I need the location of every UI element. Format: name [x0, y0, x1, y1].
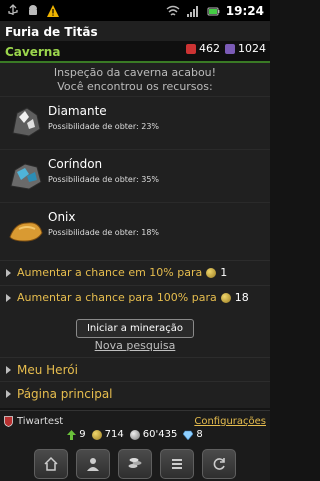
signal-icon: [186, 5, 198, 17]
wifi-icon: [166, 5, 180, 16]
resource-value-1: 462: [199, 42, 220, 55]
option-text-1: Aumentar a chance: [17, 266, 125, 279]
new-search-area: Nova pesquisa: [0, 334, 270, 353]
result-message: Inspeção da caverna acabou! Você encontr…: [0, 63, 270, 94]
app-title-bar: Furia de Titãs: [0, 21, 270, 42]
android-icon: [29, 4, 37, 15]
bottom-nav: [0, 449, 270, 479]
app-title: Furia de Titãs: [5, 25, 98, 39]
resource-name: Coríndon: [48, 157, 103, 171]
resource-chance: Possibilidade de obter: 18%: [48, 228, 160, 237]
option-text-2: em: [128, 266, 146, 279]
gems-stat: 8: [183, 429, 203, 440]
resource-item: Diamante Possibilidade de obter: 23%: [0, 96, 270, 149]
home-nav-button[interactable]: [34, 449, 68, 479]
coin-icon: [220, 292, 231, 303]
home-page-label: Página principal: [17, 386, 113, 401]
bullet-icon: [6, 268, 11, 277]
bullet-icon: [6, 293, 11, 302]
section-title: Caverna: [5, 45, 61, 59]
level-up-arrow-icon: [67, 429, 77, 440]
player-shield-icon: [4, 415, 13, 427]
player-name[interactable]: Tiwartest: [17, 416, 63, 427]
resource-item: Onix Possibilidade de obter: 18%: [0, 202, 270, 255]
resource-indicator-1: 462: [186, 42, 220, 55]
clock: 19:24: [225, 3, 264, 18]
silver-stat: 60'435: [129, 429, 178, 440]
gold-stat: 714: [91, 429, 124, 440]
stats-row: 9 714 60'435 8: [0, 429, 270, 440]
resource-value-2: 1024: [238, 42, 266, 55]
silver-coin-icon: [129, 429, 140, 440]
resource-chance: Possibilidade de obter: 35%: [48, 175, 160, 184]
silver-value: 60'435: [142, 429, 178, 440]
new-search-link[interactable]: Nova pesquisa: [95, 339, 176, 352]
my-hero-label: Meu Herói: [17, 362, 78, 377]
message-line-1: Inspeção da caverna acabou!: [53, 66, 217, 79]
main-content: Inspeção da caverna acabou! Você encontr…: [0, 63, 270, 408]
option-text-1: Aumentar a chance: [17, 291, 125, 304]
gold-coin-icon: [91, 429, 102, 440]
resource-name: Onix: [48, 210, 76, 224]
purple-gem-icon: [225, 43, 235, 54]
level-stat: 9: [67, 429, 86, 440]
usb-icon: [8, 3, 18, 15]
bullet-icon: [6, 389, 11, 398]
resource-indicators: 462 1024: [186, 42, 266, 55]
home-page-link[interactable]: Página principal: [0, 381, 270, 405]
option-text-3: 100% para: [156, 291, 217, 304]
footer: Tiwartest Configurações 9 714 60'435 8: [0, 410, 270, 481]
home-icon: [44, 456, 58, 471]
settings-link[interactable]: Configurações: [194, 416, 266, 427]
status-bar: 19:24: [0, 0, 270, 21]
option-text-3: 10% para: [149, 266, 203, 279]
onyx-ore-icon: [9, 222, 43, 242]
player-row: Tiwartest Configurações: [4, 414, 266, 428]
resource-indicator-2: 1024: [225, 42, 266, 55]
bullet-icon: [6, 365, 11, 374]
gems-value: 8: [196, 429, 203, 440]
my-hero-link[interactable]: Meu Herói: [0, 357, 270, 381]
red-gem-icon: [186, 43, 196, 54]
refresh-nav-button[interactable]: [202, 449, 236, 479]
diamond-ore-icon: [12, 107, 41, 137]
menu-nav-button[interactable]: [160, 449, 194, 479]
battery-icon: [207, 7, 220, 15]
resource-item: Coríndon Possibilidade de obter: 35%: [0, 149, 270, 202]
refresh-icon: [213, 458, 225, 470]
gold-value: 714: [104, 429, 124, 440]
list-icon: [172, 459, 182, 469]
person-icon: [87, 458, 99, 471]
coin-icon: [206, 267, 217, 278]
hero-nav-button[interactable]: [76, 449, 110, 479]
inventory-nav-button[interactable]: [118, 449, 152, 479]
level-value: 9: [79, 429, 86, 440]
gem-icon: [183, 430, 194, 440]
resource-name: Diamante: [48, 104, 107, 118]
increase-chance-10-option[interactable]: Aumentar a chance em 10% para 1: [0, 260, 270, 284]
message-line-2: Você encontrou os recursos:: [57, 80, 213, 93]
option-text-2: para: [128, 291, 154, 304]
increase-chance-100-option[interactable]: Aumentar a chance para 100% para 18: [0, 285, 270, 309]
resource-chance: Possibilidade de obter: 23%: [48, 122, 160, 131]
option-cost: 1: [220, 266, 228, 279]
option-cost: 18: [234, 291, 249, 304]
corundum-ore-icon: [10, 163, 42, 190]
coins-icon: [128, 458, 142, 468]
warning-icon: [47, 4, 59, 17]
